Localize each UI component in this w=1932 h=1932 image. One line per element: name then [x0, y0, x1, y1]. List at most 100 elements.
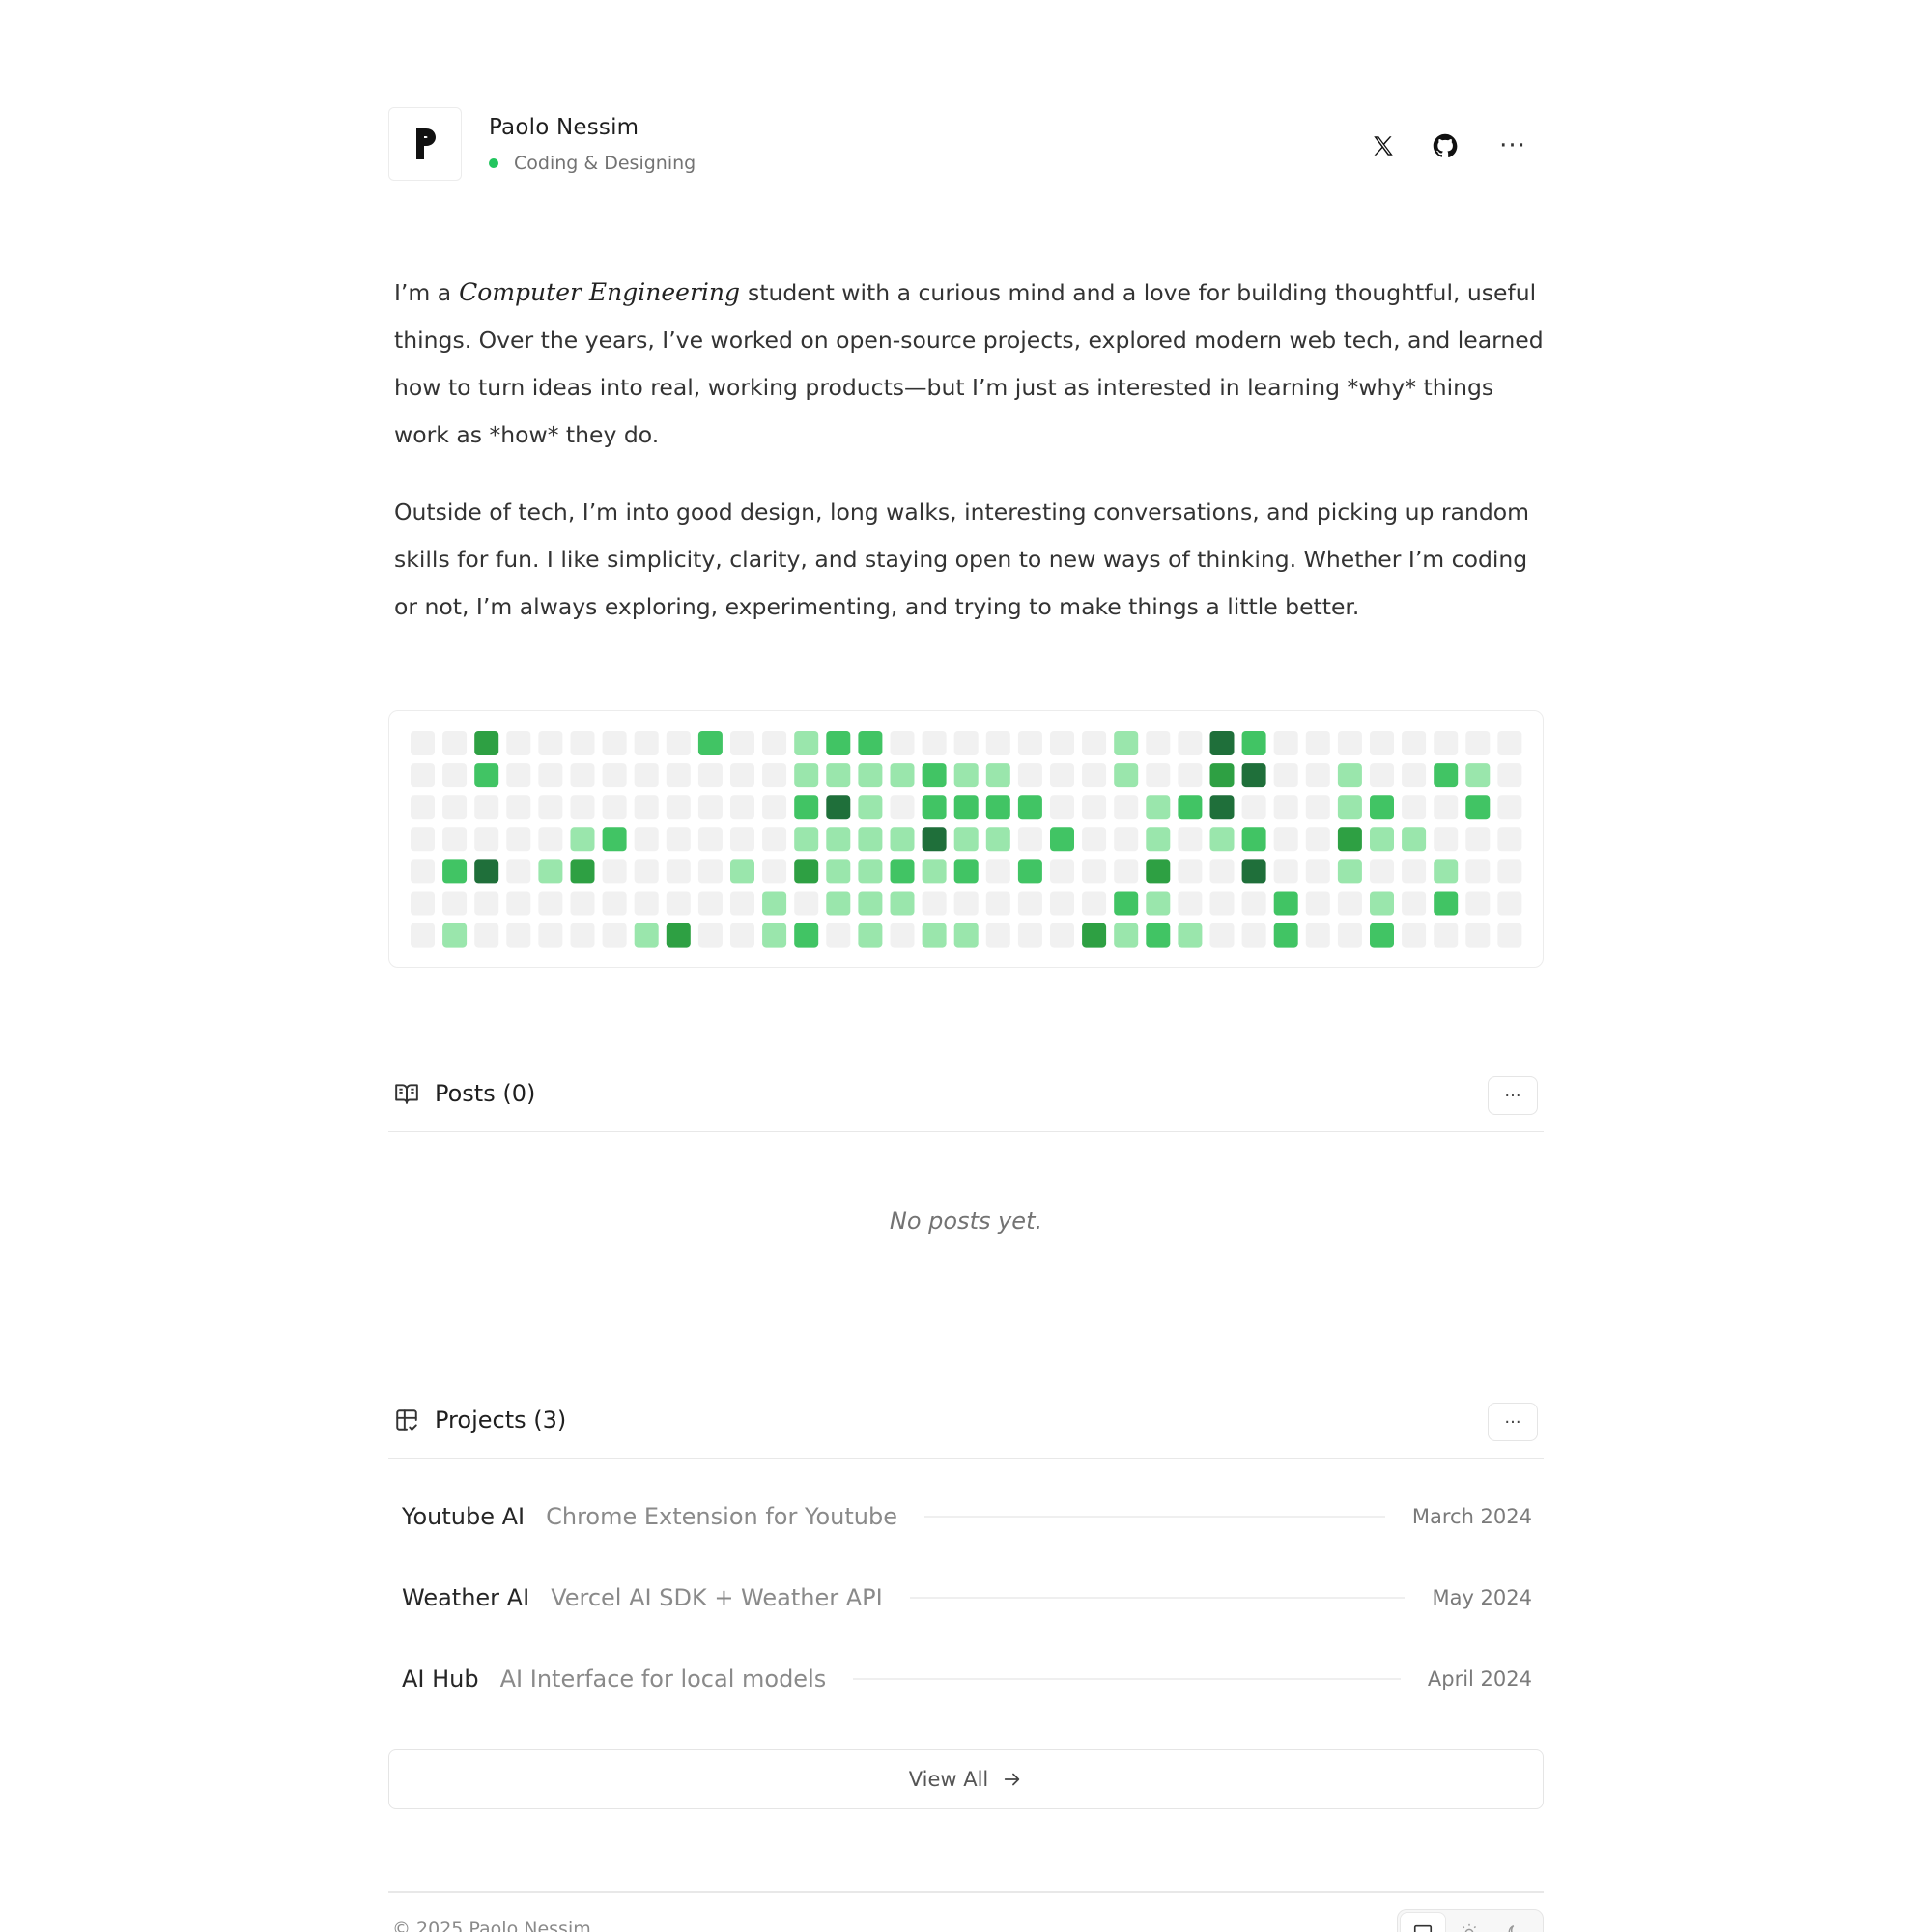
contribution-cell[interactable]: [602, 763, 627, 788]
contribution-cell[interactable]: [858, 923, 883, 948]
contribution-cell[interactable]: [730, 923, 754, 948]
theme-light-button[interactable]: [1446, 1912, 1492, 1932]
contribution-cell[interactable]: [1209, 891, 1235, 916]
contribution-cell[interactable]: [762, 827, 787, 852]
contribution-cell[interactable]: [538, 763, 563, 788]
contribution-cell[interactable]: [985, 891, 1010, 916]
contribution-cell[interactable]: [858, 859, 883, 884]
contribution-cell[interactable]: [826, 891, 851, 916]
contribution-cell[interactable]: [1337, 763, 1362, 788]
contribution-cell[interactable]: [1017, 731, 1042, 755]
contribution-cell[interactable]: [1209, 827, 1235, 852]
contribution-cell[interactable]: [1337, 731, 1362, 755]
contribution-cell[interactable]: [602, 859, 627, 884]
contribution-cell[interactable]: [794, 891, 819, 916]
contribution-cell[interactable]: [506, 859, 531, 884]
contribution-cell[interactable]: [890, 763, 915, 788]
project-item[interactable]: AI Hub AI Interface for local models Apr…: [402, 1660, 1532, 1698]
contribution-cell[interactable]: [697, 763, 723, 788]
contribution-cell[interactable]: [953, 923, 979, 948]
contribution-cell[interactable]: [1178, 795, 1203, 820]
contribution-cell[interactable]: [826, 795, 851, 820]
header-more-button[interactable]: ···: [1493, 127, 1532, 165]
contribution-cell[interactable]: [826, 923, 851, 948]
contribution-cell[interactable]: [1050, 923, 1074, 948]
contribution-cell[interactable]: [794, 795, 819, 820]
contribution-cell[interactable]: [634, 859, 659, 884]
contribution-cell[interactable]: [1209, 763, 1235, 788]
contribution-cell[interactable]: [506, 827, 531, 852]
x-link[interactable]: [1364, 127, 1403, 165]
contribution-cell[interactable]: [1337, 827, 1362, 852]
contribution-cell[interactable]: [1146, 731, 1171, 755]
contribution-cell[interactable]: [634, 923, 659, 948]
contribution-cell[interactable]: [922, 763, 947, 788]
contribution-cell[interactable]: [1241, 923, 1266, 948]
contribution-cell[interactable]: [411, 891, 435, 916]
contribution-cell[interactable]: [506, 891, 531, 916]
contribution-cell[interactable]: [1146, 923, 1171, 948]
contribution-cell[interactable]: [411, 827, 435, 852]
contribution-cell[interactable]: [1082, 923, 1107, 948]
contribution-cell[interactable]: [1017, 763, 1042, 788]
contribution-cell[interactable]: [1082, 731, 1107, 755]
contribution-cell[interactable]: [1114, 763, 1139, 788]
contribution-cell[interactable]: [730, 763, 754, 788]
contribution-cell[interactable]: [1146, 891, 1171, 916]
contribution-cell[interactable]: [506, 763, 531, 788]
contribution-cell[interactable]: [1050, 859, 1074, 884]
contribution-cell[interactable]: [411, 795, 435, 820]
contribution-cell[interactable]: [1402, 859, 1427, 884]
contribution-cell[interactable]: [697, 827, 723, 852]
contribution-cell[interactable]: [1178, 891, 1203, 916]
contribution-cell[interactable]: [794, 923, 819, 948]
contribution-cell[interactable]: [858, 827, 883, 852]
contribution-cell[interactable]: [1273, 795, 1298, 820]
contribution-cell[interactable]: [1337, 795, 1362, 820]
contribution-cell[interactable]: [730, 859, 754, 884]
contribution-cell[interactable]: [1370, 795, 1394, 820]
contribution-cell[interactable]: [570, 859, 595, 884]
view-all-button[interactable]: View All: [388, 1749, 1544, 1809]
contribution-cell[interactable]: [442, 891, 468, 916]
contribution-cell[interactable]: [985, 763, 1010, 788]
project-item[interactable]: Weather AI Vercel AI SDK + Weather API M…: [402, 1578, 1532, 1617]
contribution-cell[interactable]: [538, 827, 563, 852]
contribution-cell[interactable]: [1370, 923, 1394, 948]
contribution-cell[interactable]: [634, 827, 659, 852]
contribution-cell[interactable]: [570, 731, 595, 755]
contribution-cell[interactable]: [1178, 763, 1203, 788]
contribution-cell[interactable]: [890, 731, 915, 755]
posts-more-button[interactable]: ···: [1488, 1076, 1538, 1115]
contribution-cell[interactable]: [538, 795, 563, 820]
contribution-cell[interactable]: [1209, 923, 1235, 948]
contribution-cell[interactable]: [538, 923, 563, 948]
contribution-cell[interactable]: [474, 891, 499, 916]
contribution-cell[interactable]: [1465, 859, 1491, 884]
contribution-cell[interactable]: [666, 795, 691, 820]
contribution-cell[interactable]: [890, 859, 915, 884]
contribution-cell[interactable]: [442, 763, 468, 788]
contribution-cell[interactable]: [506, 923, 531, 948]
contribution-cell[interactable]: [985, 859, 1010, 884]
contribution-cell[interactable]: [442, 731, 468, 755]
contribution-cell[interactable]: [474, 731, 499, 755]
contribution-cell[interactable]: [1497, 795, 1522, 820]
contribution-cell[interactable]: [1209, 731, 1235, 755]
contribution-cell[interactable]: [1050, 731, 1074, 755]
contribution-cell[interactable]: [1146, 795, 1171, 820]
contribution-cell[interactable]: [1146, 859, 1171, 884]
contribution-cell[interactable]: [1337, 859, 1362, 884]
contribution-cell[interactable]: [1465, 891, 1491, 916]
contribution-cell[interactable]: [1497, 859, 1522, 884]
contribution-cell[interactable]: [697, 923, 723, 948]
contribution-cell[interactable]: [1241, 859, 1266, 884]
contribution-cell[interactable]: [1114, 923, 1139, 948]
contribution-cell[interactable]: [922, 795, 947, 820]
contribution-cell[interactable]: [1178, 923, 1203, 948]
contribution-cell[interactable]: [1241, 795, 1266, 820]
contribution-cell[interactable]: [634, 763, 659, 788]
contribution-cell[interactable]: [602, 923, 627, 948]
contribution-cell[interactable]: [826, 827, 851, 852]
contribution-cell[interactable]: [1370, 859, 1394, 884]
